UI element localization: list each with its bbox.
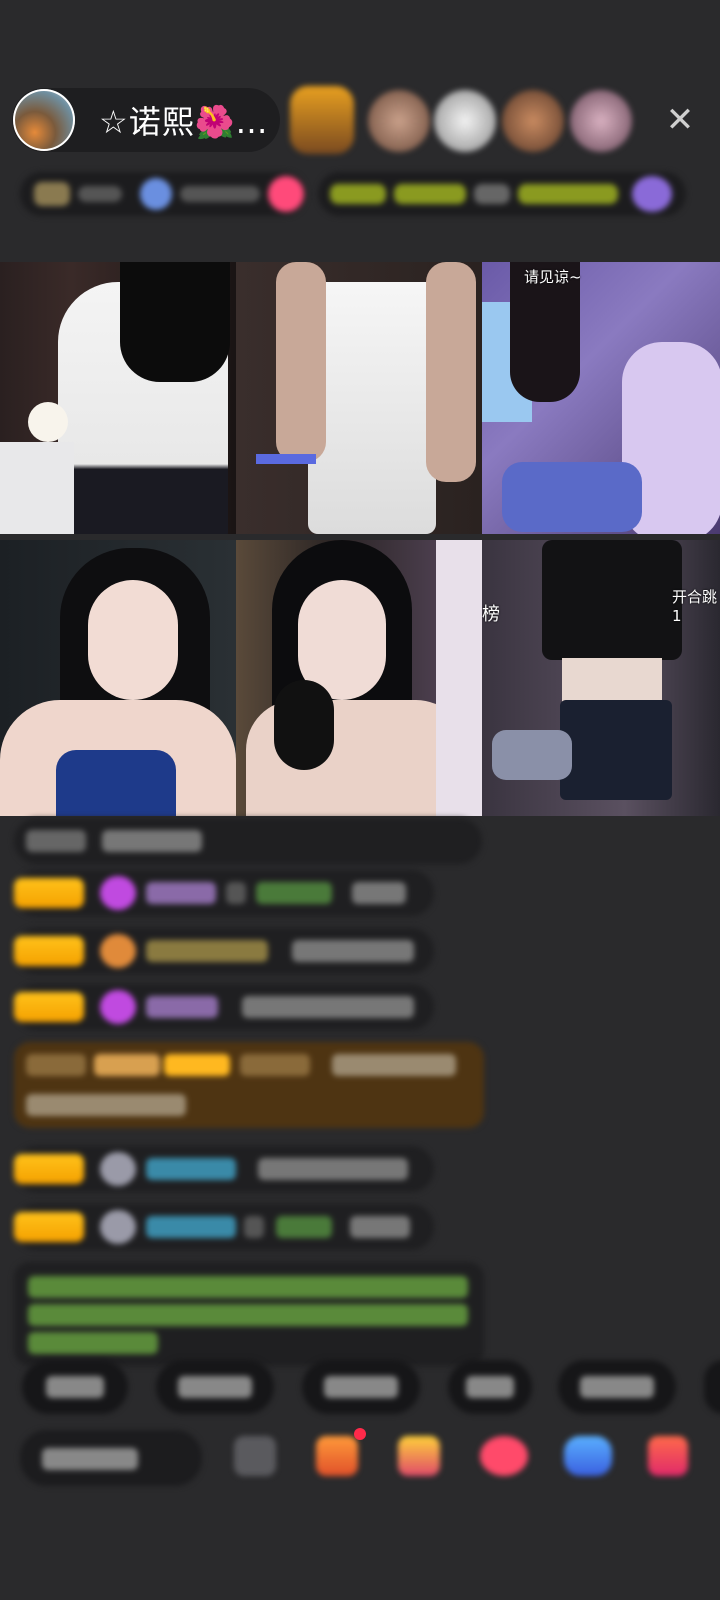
quick-reply-1[interactable] (22, 1360, 128, 1414)
game-icon[interactable] (564, 1436, 612, 1476)
quick-reply-2[interactable] (156, 1360, 274, 1414)
video-tile-5[interactable] (236, 540, 482, 816)
viewer-avatar-3[interactable] (434, 90, 496, 152)
viewer-avatar-4[interactable] (502, 90, 564, 152)
host-avatar[interactable] (13, 89, 75, 151)
video-tile-3-label: 请见谅~ (524, 268, 582, 286)
rank-info-bar[interactable] (20, 172, 306, 216)
video-tile-3[interactable]: 请见谅~ (482, 262, 720, 534)
notification-dot (354, 1428, 366, 1440)
close-button[interactable]: ✕ (660, 100, 700, 140)
gift-icon[interactable] (316, 1436, 358, 1476)
viewer-avatar-1[interactable] (290, 86, 354, 154)
chat-row-3[interactable] (14, 928, 434, 974)
video-tile-6-label: 开合跳1 (672, 588, 718, 625)
host-name[interactable]: ☆诺熙🌺… (99, 97, 269, 143)
fan-icon[interactable] (398, 1436, 440, 1476)
leaderboard-label[interactable]: 榜 (482, 600, 500, 626)
video-tile-4[interactable] (0, 540, 236, 816)
microphone-icon (274, 680, 334, 770)
video-tile-1[interactable] (0, 262, 236, 534)
quick-reply-4[interactable] (448, 1360, 532, 1414)
notice-bar[interactable] (318, 172, 686, 216)
chat-row-1[interactable] (14, 818, 482, 864)
chat-row-5[interactable] (14, 1146, 434, 1192)
quick-reply-6[interactable] (704, 1360, 720, 1414)
chat-row-highlight[interactable] (14, 1042, 484, 1128)
quick-reply-5[interactable] (558, 1360, 676, 1414)
chat-row-4[interactable] (14, 984, 434, 1030)
streamer-face (88, 580, 178, 700)
box-icon[interactable] (234, 1436, 276, 1476)
quick-reply-3[interactable] (302, 1360, 420, 1414)
chat-row-2[interactable] (14, 870, 434, 916)
host-info-pill[interactable]: ☆诺熙🌺… (12, 88, 280, 152)
viewer-avatar-2[interactable] (368, 90, 430, 152)
video-tile-6[interactable]: 开合跳1 榜 (482, 540, 720, 816)
close-icon: ✕ (665, 100, 695, 140)
video-tile-2[interactable] (236, 262, 482, 534)
viewer-avatar-5[interactable] (570, 90, 632, 152)
more-icon[interactable] (648, 1436, 688, 1476)
system-notice (14, 1262, 484, 1366)
chat-input[interactable] (20, 1430, 202, 1486)
streamer-figure (308, 282, 436, 534)
chat-icon[interactable] (480, 1436, 528, 1476)
chat-row-6[interactable] (14, 1204, 434, 1250)
